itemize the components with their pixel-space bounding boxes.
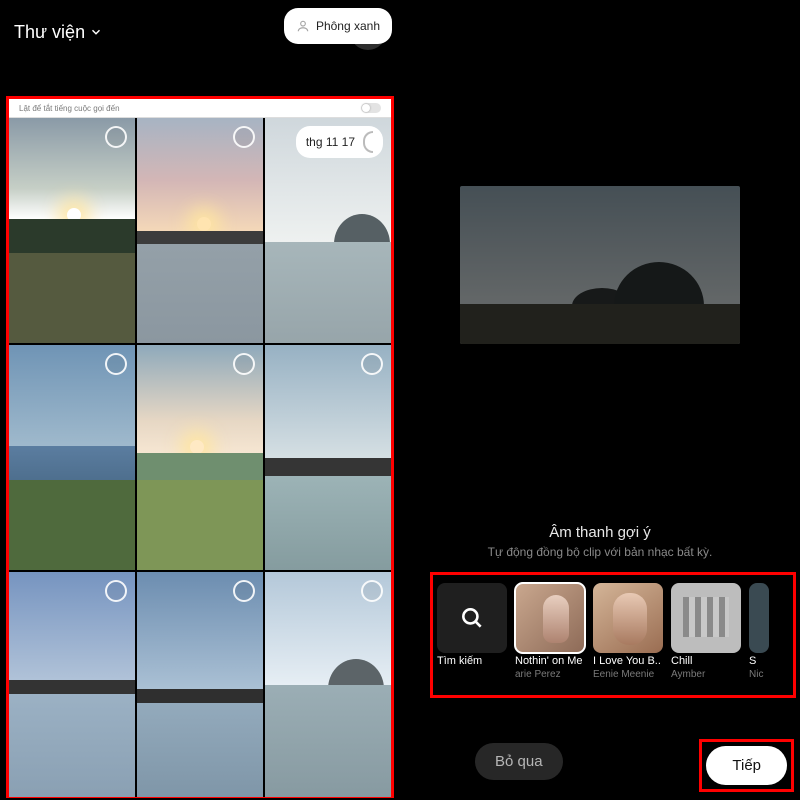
photo-cell[interactable]	[137, 345, 263, 570]
photo-cell[interactable]	[137, 572, 263, 797]
select-ring[interactable]	[105, 126, 127, 148]
photo-cell[interactable]	[265, 572, 391, 797]
flip-mute-label: Lật để tắt tiếng cuộc gọi đến	[19, 104, 120, 113]
flip-mute-row: Lật để tắt tiếng cuộc gọi đến	[9, 99, 391, 118]
gallery-grid-highlight: Lật để tắt tiếng cuộc gọi đến	[6, 96, 394, 798]
suggested-audio-header: Âm thanh gợi ý Tự động đồng bộ clip với …	[400, 524, 800, 559]
photo-cell[interactable]	[9, 572, 135, 797]
photo-cell[interactable]	[137, 118, 263, 343]
audio-artist: Nic	[749, 669, 769, 680]
photo-cell[interactable]	[9, 118, 135, 343]
video-preview[interactable]	[460, 186, 740, 344]
audio-search-tile[interactable]: Tìm kiếm	[437, 583, 507, 691]
preview-pane: Âm thanh gợi ý Tự động đồng bộ clip với …	[400, 0, 800, 800]
next-button[interactable]: Tiếp	[706, 746, 787, 785]
select-ring[interactable]	[233, 580, 255, 602]
audio-artist: Aymber	[671, 669, 741, 680]
audio-tile[interactable]: S Nic	[749, 583, 769, 691]
suggested-sub: Tự động đồng bộ clip với bản nhạc bất kỳ…	[400, 545, 800, 559]
select-ring[interactable]	[361, 580, 383, 602]
audio-title: I Love You B..	[593, 655, 663, 667]
gallery-header: Thư viện Phông xanh	[0, 0, 400, 58]
audio-artist: arie Perez	[515, 669, 585, 680]
audio-title: Chill	[671, 655, 741, 667]
select-ring[interactable]	[361, 353, 383, 375]
select-ring[interactable]	[105, 353, 127, 375]
chevron-down-icon	[89, 25, 103, 39]
audio-carousel-highlight: Tìm kiếm Nothin' on Me arie Perez I Love…	[430, 572, 796, 698]
audio-artist: Eenie Meenie	[593, 669, 663, 680]
audio-title: Tìm kiếm	[437, 655, 507, 667]
gallery-pane: Thư viện Phông xanh Lật để tắt tiếng cuộ…	[0, 0, 400, 800]
next-highlight: Tiếp	[699, 739, 794, 792]
library-dropdown[interactable]: Thư viện	[14, 22, 103, 43]
audio-title: Nothin' on Me	[515, 655, 585, 667]
audio-tile[interactable]: Nothin' on Me arie Perez	[515, 583, 585, 691]
greenroom-button[interactable]: Phông xanh	[284, 8, 392, 44]
photo-cell[interactable]	[9, 345, 135, 570]
photo-cell[interactable]	[265, 345, 391, 570]
audio-tile[interactable]: Chill Aymber	[671, 583, 741, 691]
audio-tile[interactable]: I Love You B.. Eenie Meenie	[593, 583, 663, 691]
suggested-title: Âm thanh gợi ý	[400, 524, 800, 541]
footer: Bỏ qua Tiếp	[400, 736, 800, 792]
user-icon	[296, 19, 310, 33]
date-pill: thg 11 17	[296, 126, 383, 158]
select-ring[interactable]	[105, 580, 127, 602]
select-ring[interactable]	[233, 126, 255, 148]
select-ring[interactable]	[233, 353, 255, 375]
flip-mute-toggle[interactable]	[361, 103, 381, 113]
header-chips: Phông xanh	[350, 14, 386, 50]
library-label: Thư viện	[14, 22, 85, 43]
audio-title: S	[749, 655, 769, 667]
greenroom-label: Phông xanh	[316, 19, 380, 33]
photo-cell[interactable]: thg 11 17	[265, 118, 391, 343]
search-icon	[459, 605, 485, 631]
gallery-grid: thg 11 17	[9, 118, 391, 797]
skip-button[interactable]: Bỏ qua	[475, 743, 563, 780]
